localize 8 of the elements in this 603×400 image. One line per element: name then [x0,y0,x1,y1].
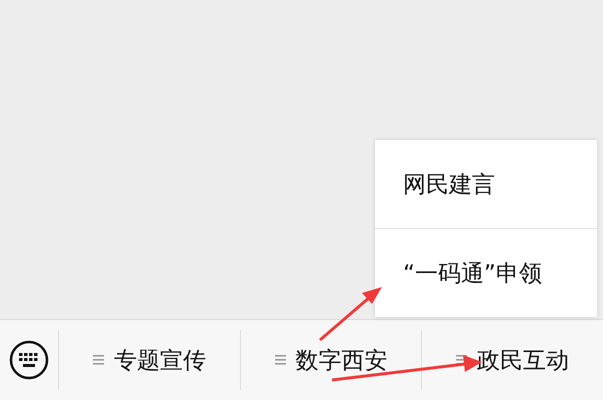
menu-label: 政民互动 [477,346,570,376]
submenu-item[interactable]: 网民建言 [375,140,597,228]
menu-label: 数字西安 [296,346,388,376]
menu-label: 专题宣传 [114,346,206,376]
keyboard-icon[interactable] [9,340,49,380]
menu-item[interactable]: 专题宣传 [58,330,240,390]
annotation-arrow [319,287,382,342]
menu-item[interactable]: 数字西安 [240,330,422,390]
